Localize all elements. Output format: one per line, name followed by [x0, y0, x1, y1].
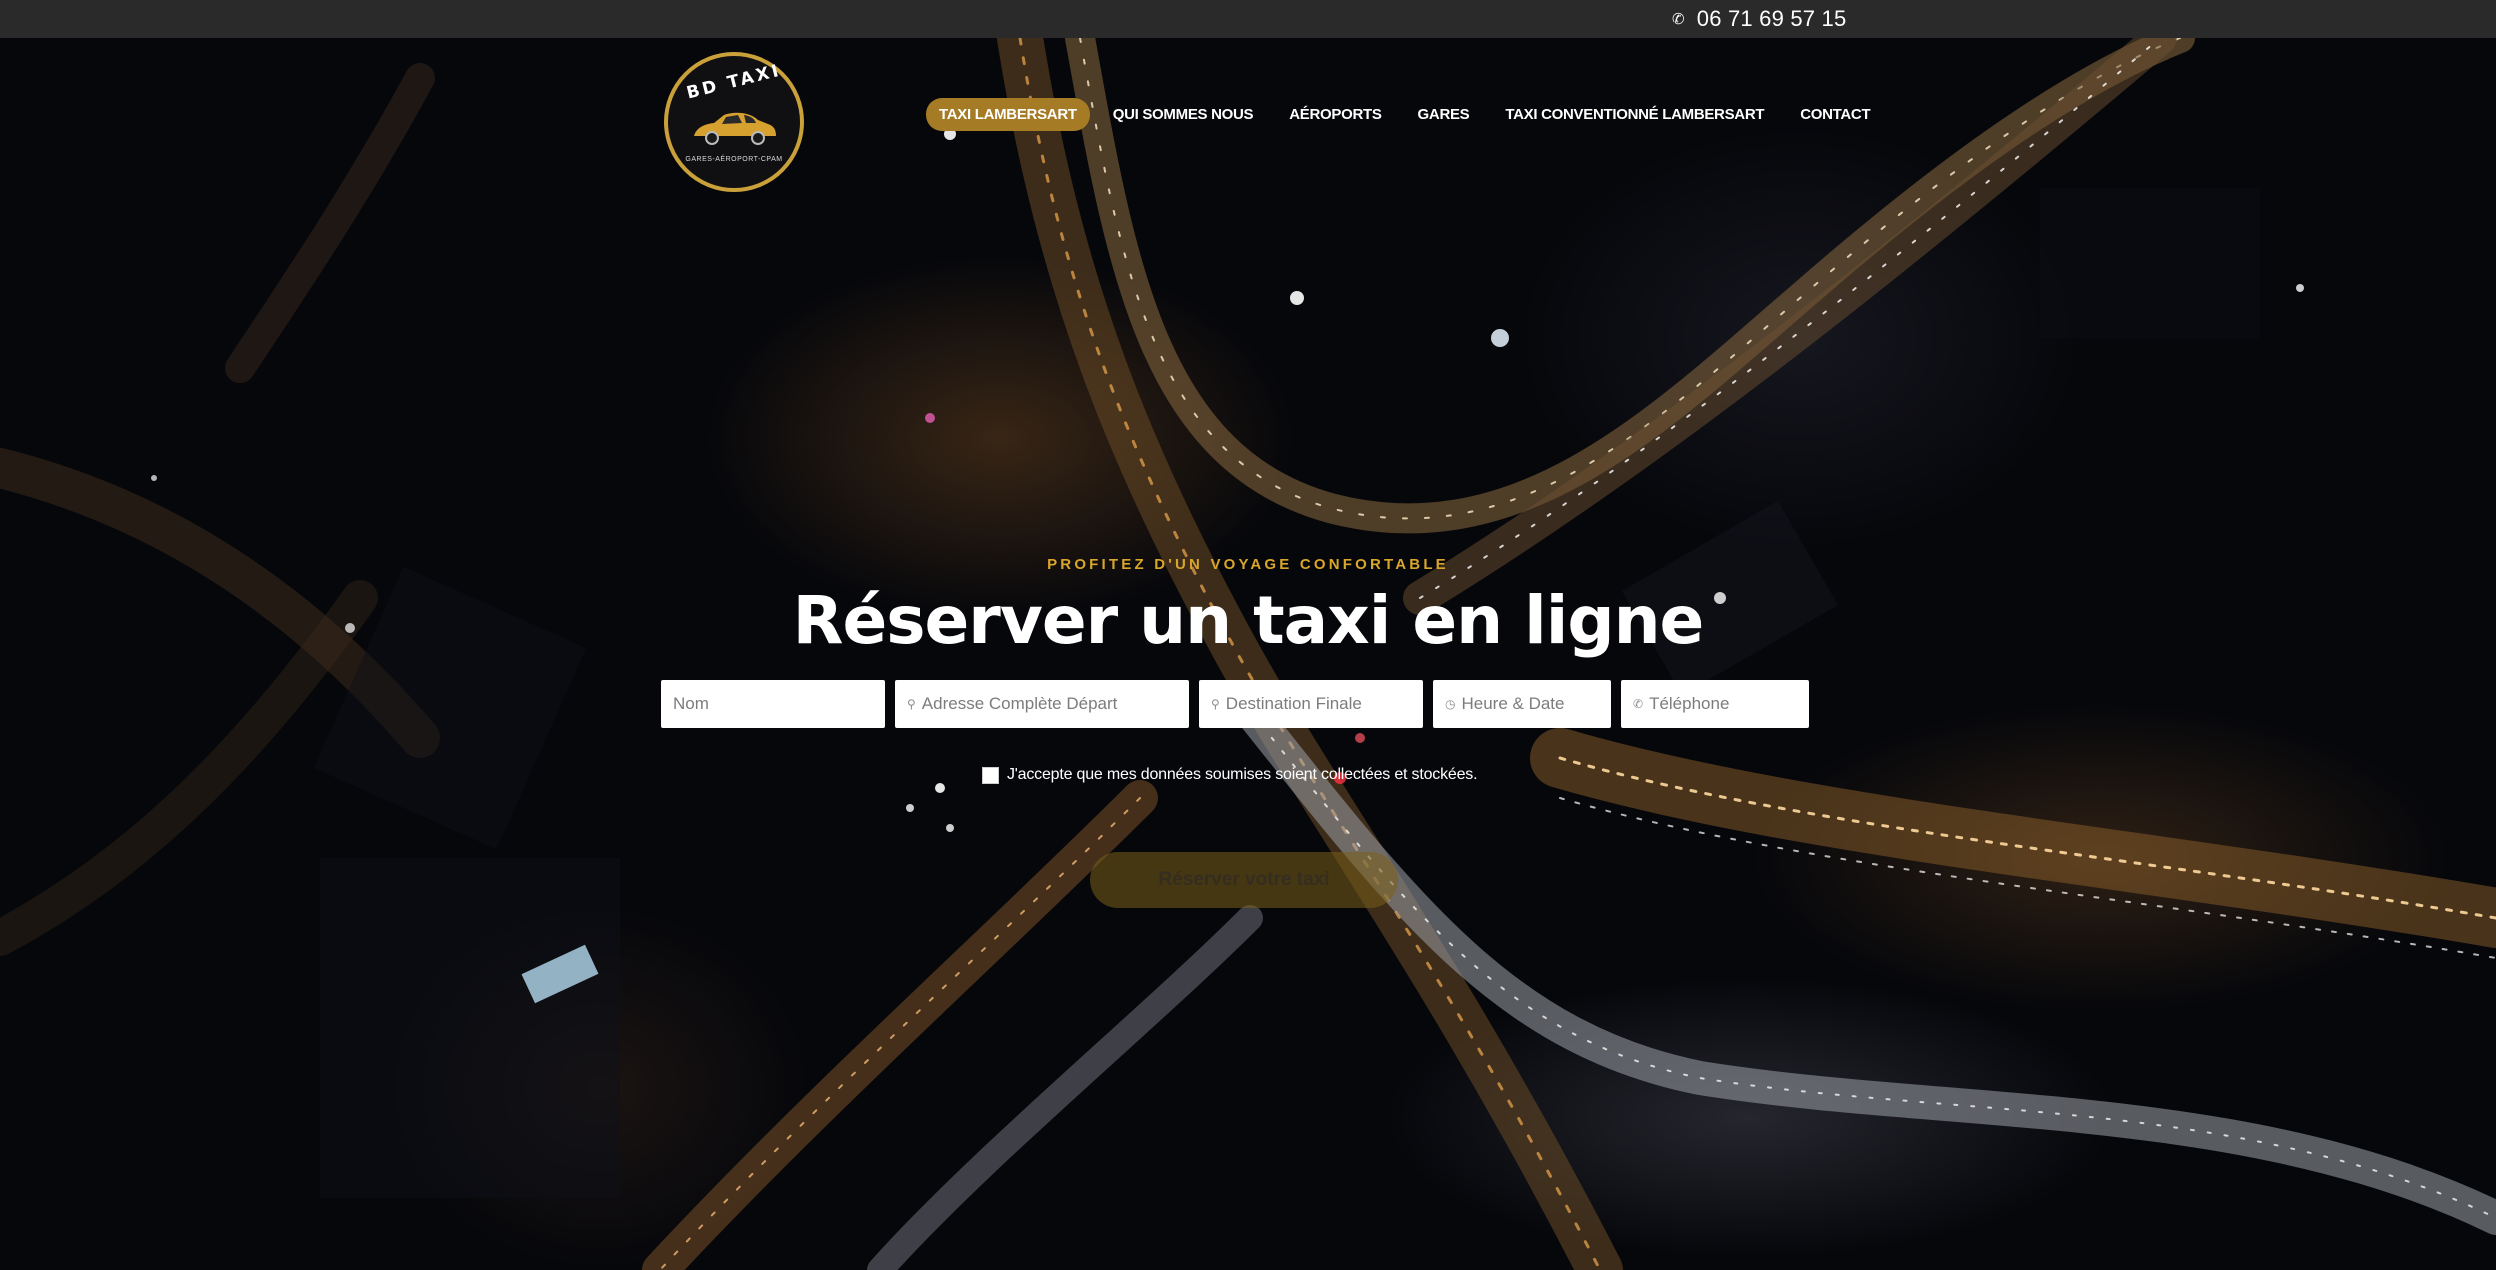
topbar-phone-link[interactable]: ✆ 06 71 69 57 15 [1672, 0, 1846, 38]
phone-icon: ✆ [1633, 697, 1644, 711]
clock-icon: ◷ [1445, 697, 1456, 711]
destination-input[interactable] [1225, 694, 1423, 714]
departure-address-input[interactable] [921, 694, 1189, 714]
consent-checkbox[interactable] [982, 766, 999, 784]
hero-kicker: PROFITEZ D'UN VOYAGE CONFORTABLE [1047, 556, 1449, 573]
consent-label: J'accepte que mes données soumises soien… [1007, 766, 1478, 783]
topbar-phone-number: 06 71 69 57 15 [1696, 6, 1847, 31]
phone-input[interactable] [1649, 694, 1809, 714]
nav-item-gares[interactable]: GARES [1405, 98, 1483, 131]
nav-item-taxi-lambersart[interactable]: TAXI LAMBERSART [926, 98, 1090, 131]
destination-field[interactable]: ⚲ [1199, 680, 1423, 728]
map-pin-icon: ⚲ [1211, 697, 1220, 711]
main-navigation: TAXI LAMBERSART QUI SOMMES NOUS AÉROPORT… [926, 98, 1893, 131]
hero-title: Réserver un taxi en ligne [792, 582, 1705, 659]
departure-address-field[interactable]: ⚲ [895, 680, 1189, 728]
nav-item-aeroports[interactable]: AÉROPORTS [1276, 98, 1394, 131]
map-pin-icon: ⚲ [907, 697, 916, 711]
phone-icon: ✆ [1672, 10, 1685, 28]
phone-field[interactable]: ✆ [1621, 680, 1809, 728]
book-taxi-button[interactable]: Réserver votre taxi [1090, 852, 1398, 908]
datetime-field[interactable]: ◷ [1433, 680, 1611, 728]
nav-item-contact[interactable]: CONTACT [1787, 98, 1883, 131]
name-field[interactable] [661, 680, 885, 728]
datetime-input[interactable] [1461, 694, 1611, 714]
nav-item-qui-sommes-nous[interactable]: QUI SOMMES NOUS [1100, 98, 1267, 131]
consent-row: J'accepte que mes données soumises soien… [982, 766, 1478, 784]
taxi-car-icon [694, 112, 776, 145]
site-logo[interactable]: BD TAXI GARES-AÉROPORT-CPAM [664, 52, 804, 192]
page: ✆ 06 71 69 57 15 BD TAXI GARES-AÉROPORT-… [0, 0, 2496, 1270]
nav-item-taxi-conventionne[interactable]: TAXI CONVENTIONNÉ LAMBERSART [1492, 98, 1777, 131]
name-input[interactable] [673, 694, 885, 714]
logo-subtitle: GARES-AÉROPORT-CPAM [685, 156, 783, 163]
top-bar: ✆ 06 71 69 57 15 [0, 0, 2496, 38]
